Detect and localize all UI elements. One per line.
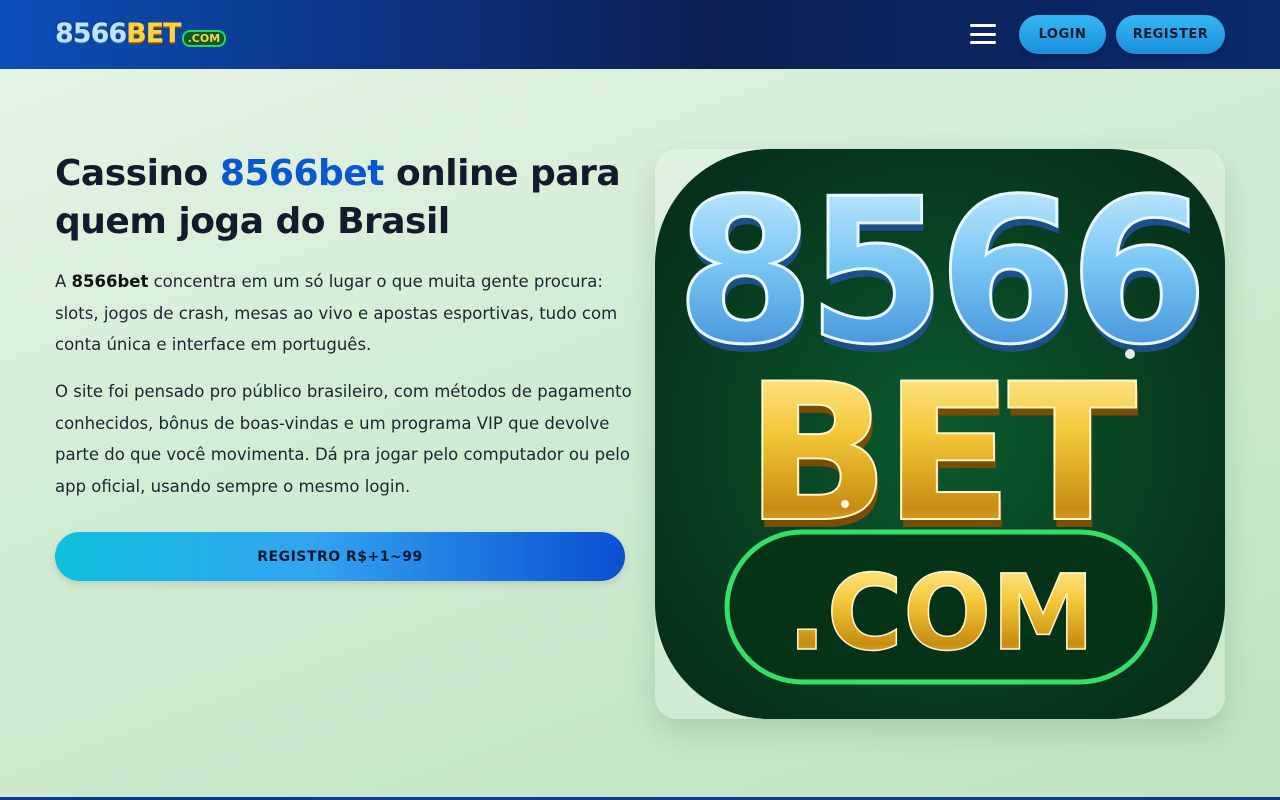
- register-button[interactable]: REGISTER: [1116, 15, 1225, 54]
- logo-wordmark: 8566BET: [55, 14, 182, 54]
- intro-paragraph: A 8566bet concentra em um só lugar o que…: [55, 266, 635, 361]
- top-header: 8566BET .COM LOGIN REGISTER: [0, 0, 1280, 69]
- hamburger-menu-icon[interactable]: [969, 22, 997, 46]
- p1-brand: 8566bet: [71, 272, 149, 291]
- register-cta-button[interactable]: REGISTRO R$+1~99: [55, 532, 625, 581]
- hero-image-card: 8566 8566 BET BET .COM: [655, 149, 1225, 719]
- title-part-1: Cassino: [55, 153, 220, 194]
- page-title: Cassino 8566bet online para quem joga do…: [55, 150, 645, 246]
- description-paragraph: O site foi pensado pro público brasileir…: [55, 382, 632, 496]
- logo-text: 8566: [55, 18, 127, 49]
- logo-text-gold: BET: [126, 18, 181, 49]
- p1-prefix: A: [55, 272, 72, 291]
- title-accent: 8566bet: [219, 153, 385, 194]
- menu-bar: [970, 41, 996, 44]
- brand-logo-image: 8566 8566 BET BET .COM: [655, 149, 1225, 719]
- logo-com-text: .COM: [787, 552, 1095, 674]
- login-button[interactable]: LOGIN: [1019, 15, 1106, 54]
- logo-com-badge: .COM: [181, 30, 227, 47]
- sparkle-icon: [1125, 349, 1135, 359]
- sparkle-icon: [841, 500, 849, 508]
- menu-bar: [970, 24, 996, 27]
- site-logo[interactable]: 8566BET .COM: [55, 14, 227, 54]
- menu-bar: [970, 32, 996, 36]
